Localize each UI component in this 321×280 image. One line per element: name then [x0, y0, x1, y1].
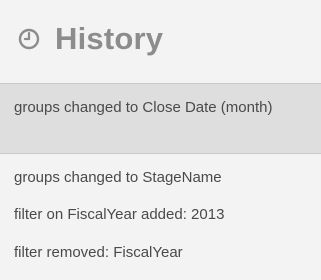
- history-header: History: [0, 0, 321, 82]
- history-item-label: filter removed: FiscalYear: [14, 244, 183, 261]
- history-panel: History groups changed to Close Date (mo…: [0, 0, 321, 280]
- history-item[interactable]: groups changed to StageName: [0, 154, 321, 194]
- history-list: groups changed to Close Date (month) gro…: [0, 83, 321, 270]
- history-item-label: groups changed to StageName: [14, 169, 222, 186]
- history-item[interactable]: filter removed: FiscalYear: [0, 232, 321, 270]
- history-item-label: filter on FiscalYear added: 2013: [14, 206, 225, 223]
- clock-icon: [18, 28, 40, 50]
- history-item-selected[interactable]: groups changed to Close Date (month): [0, 83, 321, 154]
- history-item[interactable]: filter on FiscalYear added: 2013: [0, 194, 321, 232]
- panel-title: History: [55, 21, 164, 56]
- history-item-label: groups changed to Close Date (month): [14, 99, 273, 116]
